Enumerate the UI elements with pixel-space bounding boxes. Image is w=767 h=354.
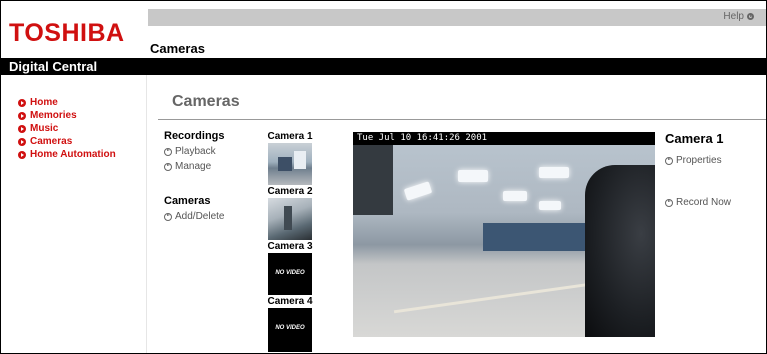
arrow-circle-icon xyxy=(18,124,26,133)
nav-item-home[interactable]: Home xyxy=(18,96,146,109)
video-scene-element xyxy=(403,181,433,201)
arrow-circle-icon xyxy=(164,162,172,171)
logo-text: TOSHIBA xyxy=(9,19,125,47)
link-label: Manage xyxy=(175,161,212,172)
camera-3-thumbnail[interactable]: NO VIDEO xyxy=(268,253,312,295)
selected-camera-title: Camera 1 xyxy=(665,131,724,146)
camera-4-thumbnail[interactable]: NO VIDEO xyxy=(268,308,312,352)
page-title: Cameras xyxy=(150,41,205,56)
title-divider xyxy=(158,119,766,120)
nav-label: Music xyxy=(30,123,59,134)
left-nav: Home Memories Music Cameras Home Automat… xyxy=(18,96,146,161)
link-label: Properties xyxy=(676,155,722,166)
brand-subtitle: Digital Central xyxy=(9,59,98,74)
arrow-circle-icon xyxy=(18,111,26,120)
link-label: Add/Delete xyxy=(175,211,225,222)
add-delete-link[interactable]: Add/Delete xyxy=(164,211,224,222)
camera-2-label: Camera 2 xyxy=(267,186,313,197)
camera-3-label: Camera 3 xyxy=(267,241,313,252)
nav-item-home-automation[interactable]: Home Automation xyxy=(18,148,146,161)
top-strip: Help xyxy=(148,9,766,26)
video-scene-element xyxy=(539,167,569,178)
manage-link[interactable]: Manage xyxy=(164,161,211,172)
video-frame xyxy=(353,145,655,337)
arrow-circle-icon xyxy=(18,150,26,159)
no-video-text: NO VIDEO xyxy=(275,270,305,276)
link-label: Playback xyxy=(175,146,216,157)
video-timestamp: Tue Jul 10 16:41:26 2001 xyxy=(357,133,488,143)
video-scene-element xyxy=(353,145,393,215)
nav-label: Memories xyxy=(30,110,77,121)
arrow-circle-icon xyxy=(665,156,673,165)
nav-label: Home Automation xyxy=(30,149,116,160)
playback-link[interactable]: Playback xyxy=(164,146,216,157)
toshiba-logo[interactable]: TOSHIBA xyxy=(9,19,139,49)
camera-2-thumbnail[interactable] xyxy=(268,198,312,240)
nav-item-cameras[interactable]: Cameras xyxy=(18,135,146,148)
video-scene-element xyxy=(585,165,655,337)
main-title: Cameras xyxy=(172,93,240,110)
nav-item-music[interactable]: Music xyxy=(18,122,146,135)
page-frame: Help TOSHIBA Cameras Digital Central Hom… xyxy=(0,0,767,354)
camera-video-feed[interactable]: Tue Jul 10 16:41:26 2001 xyxy=(353,132,655,337)
video-scene-element xyxy=(503,191,527,201)
cameras-heading: Cameras xyxy=(164,195,211,207)
nav-label: Cameras xyxy=(30,136,73,147)
arrow-circle-icon xyxy=(18,137,26,146)
no-video-text: NO VIDEO xyxy=(275,325,305,331)
camera-4-label: Camera 4 xyxy=(267,296,313,307)
recordings-heading: Recordings xyxy=(164,130,225,142)
link-label: Record Now xyxy=(676,197,732,208)
properties-link[interactable]: Properties xyxy=(665,155,722,166)
help-link[interactable]: Help xyxy=(723,11,754,22)
video-scene-element xyxy=(458,170,488,182)
brand-bar xyxy=(1,58,766,75)
camera-1-label: Camera 1 xyxy=(267,131,313,142)
arrow-circle-icon xyxy=(164,147,172,156)
column-divider xyxy=(146,75,147,353)
nav-item-memories[interactable]: Memories xyxy=(18,109,146,122)
nav-label: Home xyxy=(30,97,58,108)
video-scene-element xyxy=(393,279,613,314)
camera-1-thumbnail[interactable] xyxy=(268,143,312,185)
arrow-circle-icon xyxy=(18,98,26,107)
record-now-link[interactable]: Record Now xyxy=(665,197,731,208)
help-label: Help xyxy=(723,11,744,22)
arrow-circle-icon xyxy=(164,212,172,221)
video-scene-element xyxy=(539,201,561,210)
arrow-circle-icon xyxy=(747,13,754,20)
arrow-circle-icon xyxy=(665,198,673,207)
